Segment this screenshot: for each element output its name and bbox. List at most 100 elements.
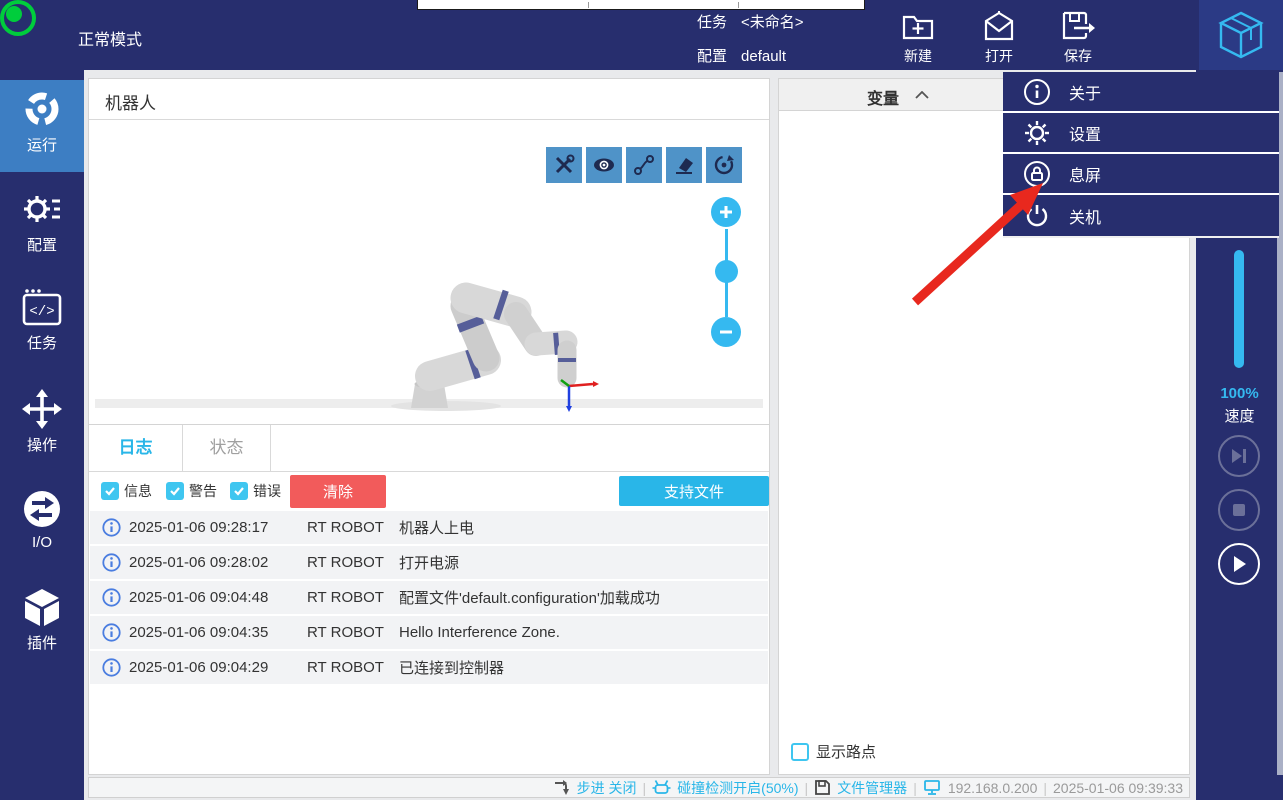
sidebar-item-task[interactable]: </> 任务	[0, 280, 84, 372]
sidebar-item-config[interactable]: 配置	[0, 180, 84, 272]
new-task-label: 新建	[904, 48, 932, 64]
variables-title: 变量	[867, 85, 899, 109]
log-message: 已连接到控制器	[399, 657, 504, 678]
log-row[interactable]: 2025-01-06 09:04:48 RT ROBOT 配置文件'defaul…	[90, 581, 768, 614]
view-path-button[interactable]	[626, 147, 662, 183]
open-icon	[982, 10, 1016, 42]
code-window-icon: </>	[21, 288, 63, 328]
task-value: <未命名>	[741, 14, 804, 31]
sidebar-item-io[interactable]: I/O	[0, 480, 84, 572]
task-label: 任务	[697, 14, 727, 31]
log-row[interactable]: 2025-01-06 09:28:02 RT ROBOT 打开电源	[90, 546, 768, 579]
log-time: 2025-01-06 09:04:29	[129, 659, 307, 676]
config-value: default	[741, 48, 786, 65]
app-logo-tile[interactable]	[1199, 0, 1283, 70]
robot-panel-title: 机器人	[105, 89, 156, 114]
step-forward-button[interactable]	[1218, 435, 1260, 477]
mode-indicator-icon	[0, 0, 36, 36]
menu-item-about[interactable]: 关于	[1003, 72, 1279, 113]
collision-icon	[652, 779, 671, 796]
log-source: RT ROBOT	[307, 519, 395, 536]
zoom-in-button[interactable]	[711, 197, 741, 227]
log-row[interactable]: 2025-01-06 09:28:17 RT ROBOT 机器人上电	[90, 511, 768, 544]
chevron-up-icon	[915, 91, 929, 99]
checkbox-checked-icon	[101, 482, 119, 500]
show-waypoints-label: 显示路点	[816, 741, 876, 762]
log-source: RT ROBOT	[307, 624, 395, 641]
info-circle-icon	[1023, 78, 1051, 106]
mode-label: 正常模式	[78, 26, 142, 50]
menu-item-screen-off[interactable]: 息屏	[1003, 154, 1279, 195]
sidebar-item-plugin[interactable]: 插件	[0, 580, 84, 672]
system-dropdown-menu: 关于 设置 息屏	[1003, 72, 1279, 238]
play-button[interactable]	[1218, 543, 1260, 585]
separator: |	[805, 780, 809, 796]
filter-info-checkbox[interactable]: 信息	[101, 481, 152, 501]
gear-icon	[1023, 119, 1051, 147]
step-status[interactable]: 步进 关闭	[577, 778, 637, 798]
robot-3d-view[interactable]	[386, 246, 616, 416]
log-source: RT ROBOT	[307, 659, 395, 676]
view-visibility-button[interactable]	[586, 147, 622, 183]
menu-item-shutdown[interactable]: 关机	[1003, 195, 1279, 236]
sidebar-task-label: 任务	[27, 335, 57, 352]
sidebar-item-operate[interactable]: 操作	[0, 380, 84, 472]
view-tools-button[interactable]	[546, 147, 582, 183]
log-time: 2025-01-06 09:04:35	[129, 624, 307, 641]
file-manager-link[interactable]: 文件管理器	[837, 778, 907, 798]
sidebar-item-run[interactable]: 运行	[0, 80, 84, 172]
waypoints-path-icon	[633, 154, 655, 176]
info-icon	[102, 588, 121, 607]
tab-status[interactable]: 状态	[183, 425, 271, 471]
log-panel: 日志 状态 信息 警告 错误 清除 支持文件 2025-01-06 09:28:…	[88, 424, 770, 775]
network-monitor-icon	[923, 779, 942, 796]
log-row[interactable]: 2025-01-06 09:04:35 RT ROBOT Hello Inter…	[90, 616, 768, 649]
top-bar: 正常模式 任务 <未命名> 配置default 新建 打开	[0, 0, 1283, 70]
zoom-slider-handle[interactable]	[715, 260, 738, 283]
checkbox-unchecked-icon	[791, 743, 809, 761]
robot-3d-panel: 机器人	[88, 78, 770, 424]
open-task-button[interactable]: 打开	[964, 10, 1034, 66]
play-icon	[1230, 554, 1248, 574]
clear-log-button[interactable]: 清除	[290, 475, 386, 508]
brand-cube-icon	[1218, 10, 1264, 60]
skip-icon	[1230, 447, 1248, 465]
info-icon	[102, 553, 121, 572]
zoom-out-button[interactable]	[711, 317, 741, 347]
save-label: 保存	[1064, 48, 1092, 64]
log-row[interactable]: 2025-01-06 09:04:29 RT ROBOT 已连接到控制器	[90, 651, 768, 684]
config-row: 配置default	[697, 45, 786, 66]
app-window: 正常模式 任务<未命名> 配置default 新建 打开	[0, 0, 1283, 800]
view-reset-button[interactable]	[706, 147, 742, 183]
show-waypoints-checkbox[interactable]: 显示路点	[791, 741, 876, 762]
log-time: 2025-01-06 09:04:48	[129, 589, 307, 606]
menu-item-settings[interactable]: 设置	[1003, 113, 1279, 154]
floppy-icon	[814, 779, 831, 796]
menu-settings-label: 设置	[1069, 121, 1101, 145]
stop-button[interactable]	[1218, 489, 1260, 531]
speed-slider[interactable]	[1234, 250, 1244, 368]
sidebar-run-label: 运行	[27, 137, 57, 154]
sidebar-io-label: I/O	[32, 534, 52, 551]
tab-log[interactable]: 日志	[89, 425, 183, 471]
power-icon	[1023, 202, 1051, 230]
save-button[interactable]: 保存	[1043, 10, 1113, 66]
collision-status[interactable]: 碰撞检测开启(50%)	[677, 778, 798, 798]
stop-icon	[1231, 502, 1247, 518]
view-erase-button[interactable]	[666, 147, 702, 183]
filter-warn-checkbox[interactable]: 警告	[166, 481, 217, 501]
log-source: RT ROBOT	[307, 589, 395, 606]
filter-error-checkbox[interactable]: 错误	[230, 481, 281, 501]
step-icon	[554, 779, 571, 796]
eraser-icon	[673, 154, 695, 176]
checkbox-checked-icon	[166, 482, 184, 500]
run-icon	[21, 88, 63, 130]
support-files-button[interactable]: 支持文件	[619, 476, 769, 506]
ip-address: 192.168.0.200	[948, 780, 1038, 796]
info-icon	[102, 518, 121, 537]
truncated-popup	[417, 0, 865, 10]
task-row: 任务 <未命名>	[697, 11, 804, 32]
new-task-button[interactable]: 新建	[883, 10, 953, 66]
gear-lines-icon	[21, 188, 63, 230]
lock-circle-icon	[1023, 160, 1051, 188]
